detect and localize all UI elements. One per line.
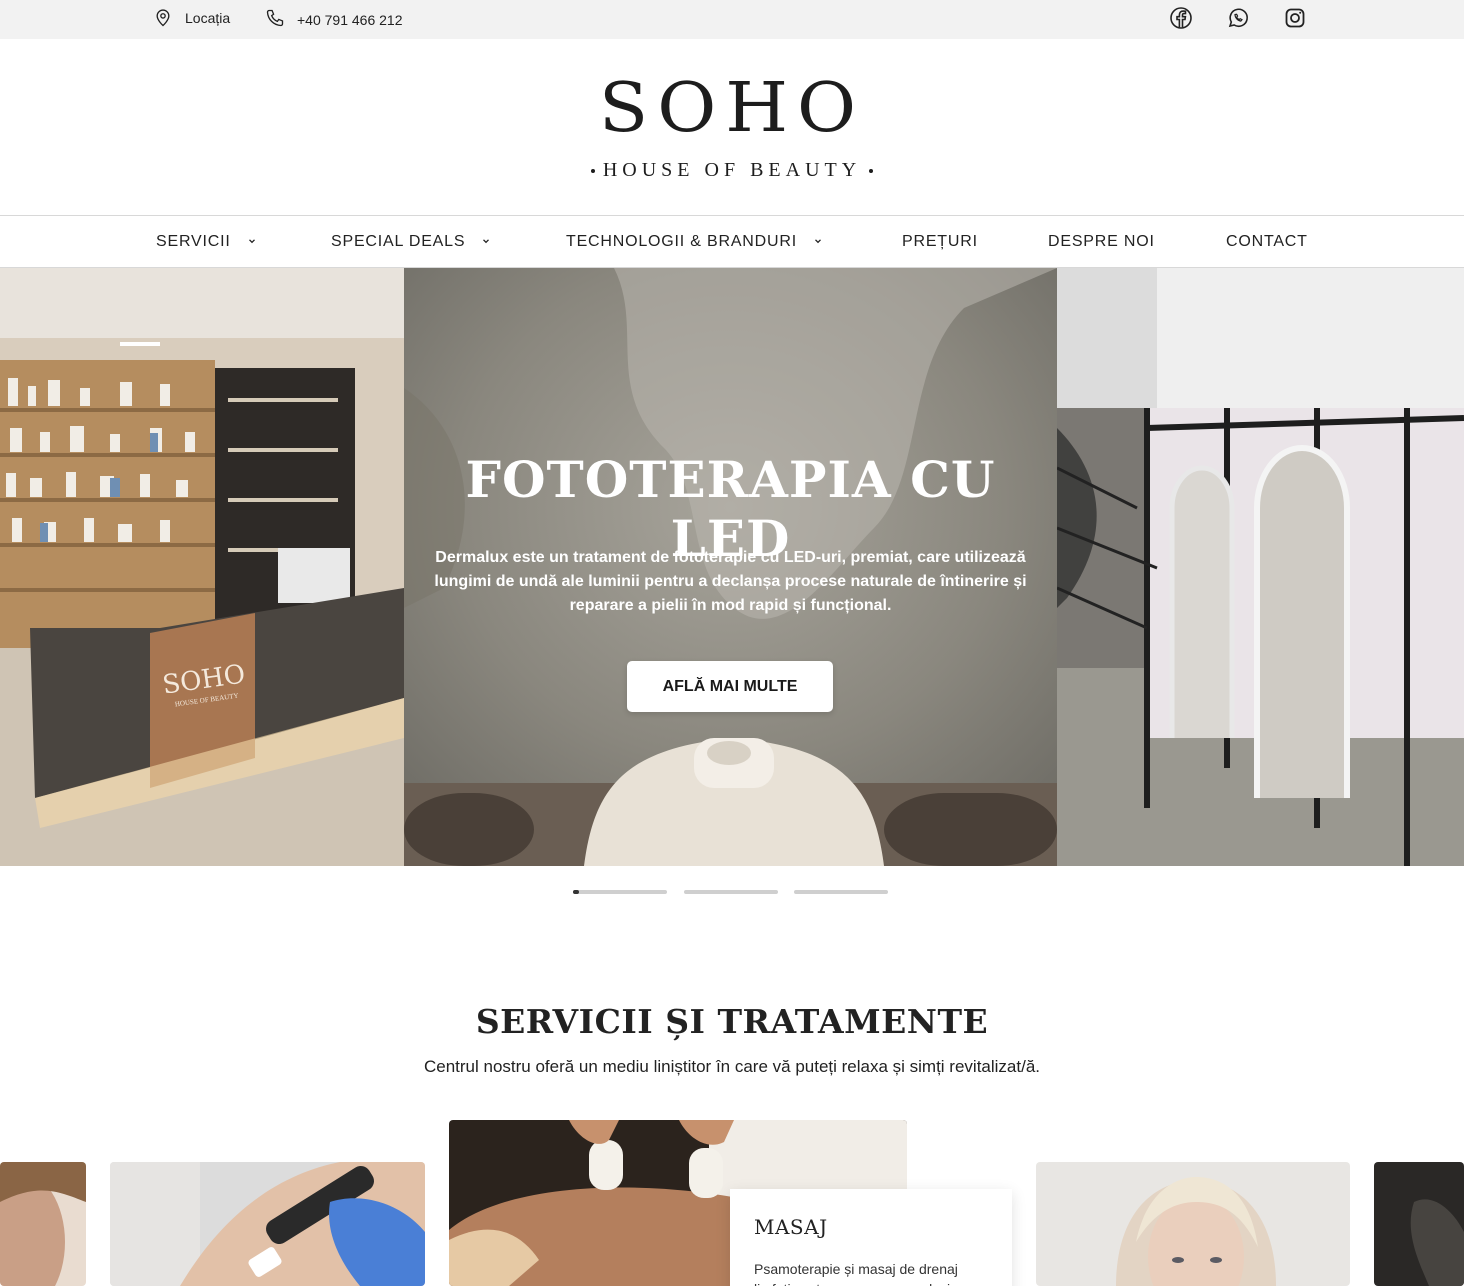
learn-more-button[interactable]: AFLĂ MAI MULTE [627,661,833,712]
service-card-laser[interactable] [110,1162,425,1286]
nav-item-preturi[interactable]: PREȚURI [902,216,978,268]
nav-label: DESPRE NOI [1048,233,1155,250]
carousel-dot-2[interactable] [684,890,778,894]
service-card-massage-info[interactable]: MASAJ Psamoterapie și masaj de drenaj li… [730,1189,1012,1286]
carousel-dot-3[interactable] [794,890,888,894]
chevron-down-icon [247,236,257,249]
service-card-device[interactable] [1374,1162,1464,1286]
service-card-face[interactable] [0,1162,86,1286]
logo-wordmark: SOHO [598,67,866,147]
facebook-icon[interactable] [1168,5,1194,31]
location-label: Locația [185,9,231,26]
chevron-down-icon [813,236,823,249]
slide-image-reception[interactable]: SOHO HOUSE OF BEAUTY [0,268,404,866]
nav-label: TECHNOLOGII & BRANDURI [566,233,797,250]
nav-label: SERVICII [156,233,231,250]
nav-item-servicii[interactable]: SERVICII [156,216,257,268]
phone-icon [265,8,285,31]
nav-label: CONTACT [1226,233,1308,250]
carousel-dot-1[interactable] [573,890,667,894]
service-card-title: MASAJ [754,1215,828,1239]
hero-description: Dermalux este un tratament de fototerapi… [434,549,1027,614]
nav-item-despre-noi[interactable]: DESPRE NOI [1048,216,1155,268]
map-pin-icon [153,8,173,31]
hero-carousel: SOHO HOUSE OF BEAUTY FOTOTERAPIA CU LED … [0,268,1464,866]
whatsapp-icon[interactable] [1225,5,1251,31]
slide-image-hallway[interactable] [1057,268,1464,866]
nav-item-contact[interactable]: CONTACT [1226,216,1308,268]
phone-label: +40 791 466 212 [297,11,403,28]
service-card-anti-aging[interactable] [1036,1162,1350,1286]
nav-label: SPECIAL DEALS [331,233,466,250]
chevron-down-icon [481,236,491,249]
main-nav: SERVICII SPECIAL DEALS TECHNOLOGII & BRA… [0,215,1464,268]
nav-item-special-deals[interactable]: SPECIAL DEALS [331,216,491,268]
location-link[interactable]: Locația [153,0,230,39]
service-card-description: Psamoterapie și masaj de drenaj limfatic… [754,1261,958,1286]
nav-label: PREȚURI [902,233,978,250]
logo-tagline-text: HOUSE OF BEAUTY [602,159,862,181]
nav-item-tehnologii[interactable]: TECHNOLOGII & BRANDURI [566,216,823,268]
top-bar: Locația +40 791 466 212 [0,0,1464,39]
site-logo[interactable]: SOHO HOUSE OF BEAUTY [0,39,1464,215]
services-subtitle: Centrul nostru oferă un mediu liniștitor… [423,1057,1041,1076]
logo-tagline: HOUSE OF BEAUTY [0,159,1464,182]
services-title: SERVICII ȘI TRATAMENTE [475,1002,989,1041]
phone-link[interactable]: +40 791 466 212 [265,0,403,39]
instagram-icon[interactable] [1282,5,1308,31]
